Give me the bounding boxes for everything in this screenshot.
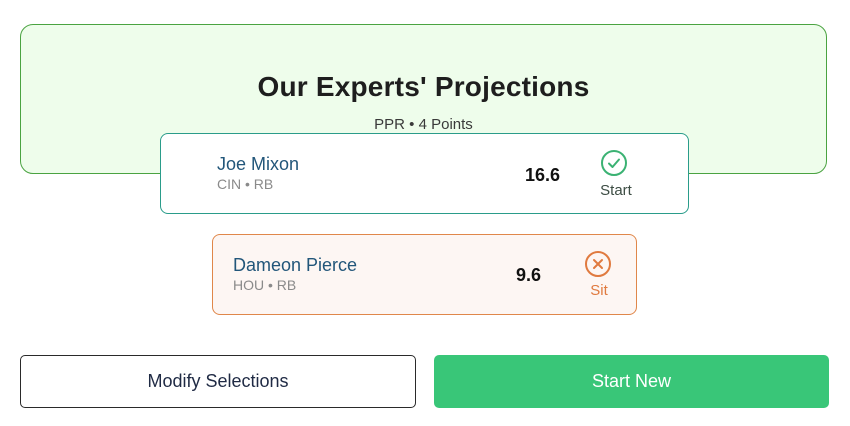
- player-team-position: CIN • RB: [217, 176, 274, 192]
- player-name: Dameon Pierce: [233, 255, 358, 275]
- projected-points: 16.6: [525, 165, 561, 185]
- x-circle-icon: [585, 251, 611, 277]
- player-card-sit: Dameon Pierce HOU • RB 9.6 Sit: [212, 234, 637, 315]
- player-card-start: Joe Mixon CIN • RB 16.6 Start: [160, 133, 689, 214]
- scoring-format: PPR • 4 Points: [374, 116, 473, 133]
- player-name: Joe Mixon: [217, 154, 300, 174]
- player-team-position: HOU • RB: [233, 277, 297, 293]
- page-title: Our Experts' Projections: [257, 71, 590, 102]
- projected-points: 9.6: [516, 265, 542, 285]
- x-mark-icon: [593, 259, 603, 269]
- modify-selections-button[interactable]: Modify Selections: [20, 355, 416, 408]
- verdict-label: Start: [600, 182, 632, 199]
- verdict-label: Sit: [590, 282, 608, 299]
- start-new-button[interactable]: Start New: [434, 355, 829, 408]
- check-circle-icon: [601, 150, 627, 176]
- check-mark-icon: [608, 158, 620, 168]
